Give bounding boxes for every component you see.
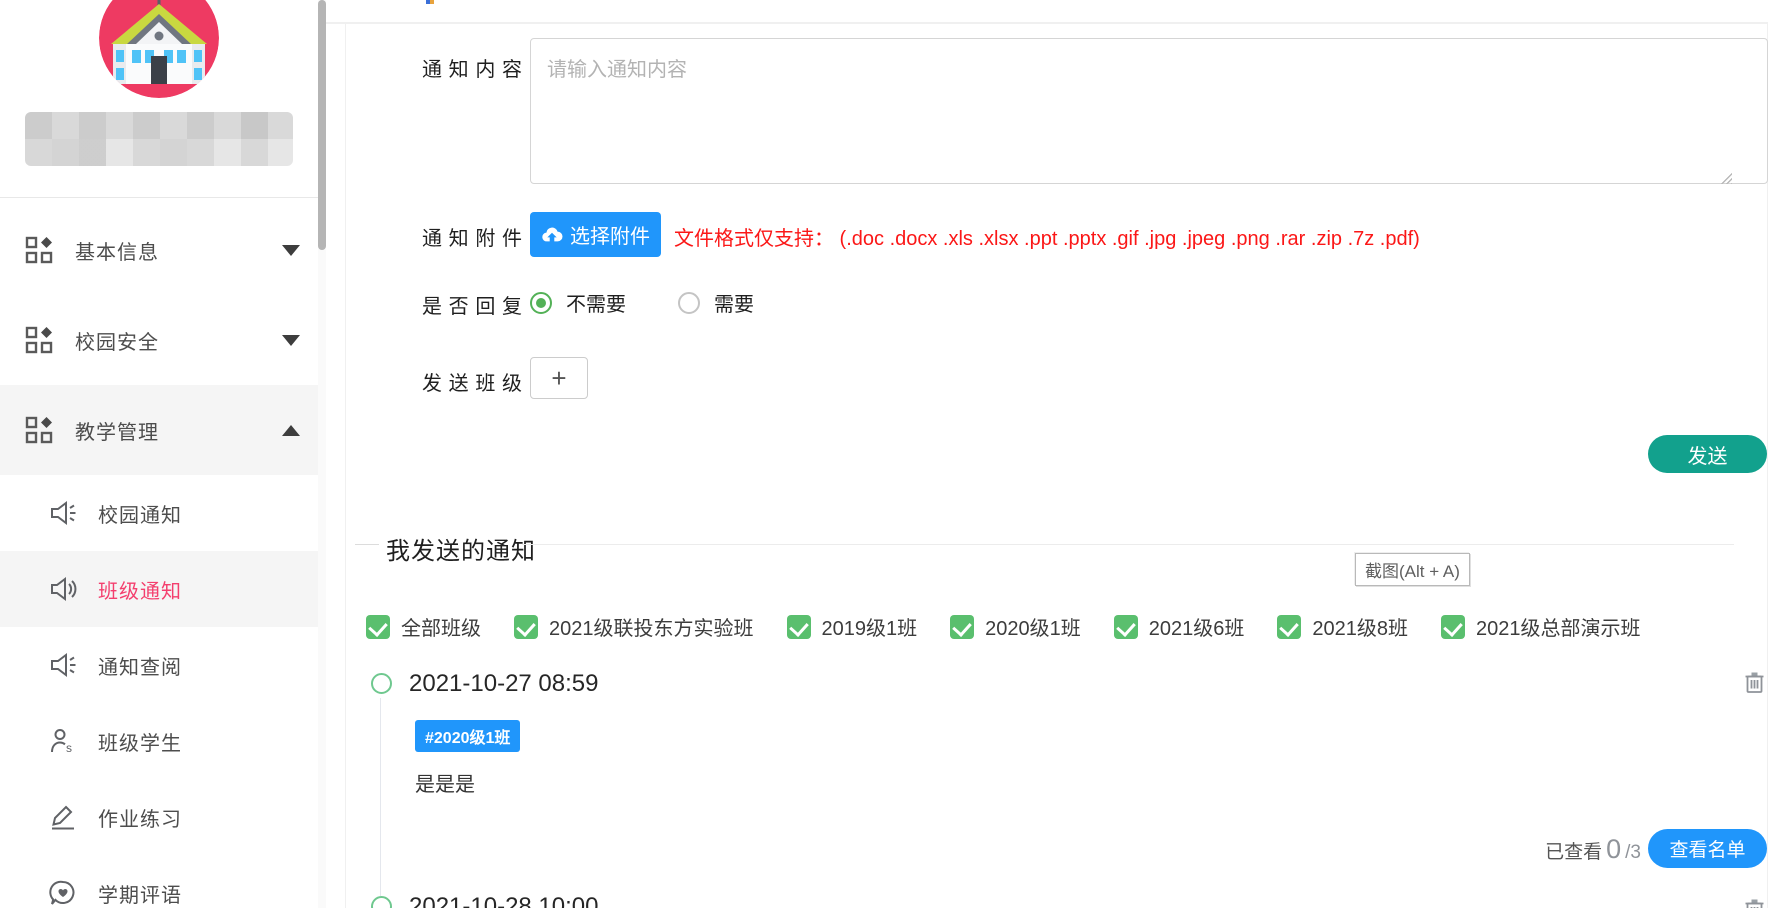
speaker-icon <box>48 574 78 604</box>
sidebar-item-campus-notice[interactable]: 校园通知 <box>0 475 318 551</box>
checkbox-checked-icon[interactable] <box>366 615 390 639</box>
sidebar-item-label: 班级通知 <box>98 575 182 604</box>
reply-label: 是否回复 <box>422 290 522 319</box>
sidebar-item-label: 校园安全 <box>75 326 159 355</box>
add-class-button[interactable]: + <box>530 357 588 399</box>
cloud-upload-icon <box>541 224 563 246</box>
sidebar-divider <box>0 197 318 198</box>
trash-icon <box>1742 897 1767 908</box>
send-button[interactable]: 发送 <box>1648 435 1767 473</box>
filter-class[interactable]: 2021级8班 <box>1277 612 1408 641</box>
sidebar-item-teaching-management[interactable]: 教学管理 <box>0 385 318 475</box>
user-name-redacted <box>25 112 293 166</box>
notice-attachment-label: 通知附件 <box>422 222 522 251</box>
sidebar-item-label: 作业练习 <box>98 803 182 832</box>
main-content: 通知内容 通知附件 选择附件 文件格式仅支持： (.doc .docx .xls… <box>326 0 1783 908</box>
timeline-line <box>380 698 381 896</box>
select-attachment-button[interactable]: 选择附件 <box>530 212 661 257</box>
radio-label[interactable]: 不需要 <box>566 288 626 317</box>
radio-label[interactable]: 需要 <box>714 288 754 317</box>
sent-section-title: 我发送的通知 <box>386 531 536 566</box>
notice-content-input[interactable] <box>530 38 1768 184</box>
radio-no-reply[interactable] <box>530 292 552 314</box>
pencil-icon <box>48 802 78 832</box>
menu-grid-icon <box>24 325 54 355</box>
sidebar-item-label: 教学管理 <box>75 416 159 445</box>
checkbox-checked-icon[interactable] <box>1114 615 1138 639</box>
sidebar-item-label: 基本信息 <box>75 236 159 265</box>
filter-class[interactable]: 2021级总部演示班 <box>1441 612 1641 641</box>
timeline-dot <box>371 896 392 908</box>
cursor-speck <box>426 0 434 4</box>
sidebar-item-label: 校园通知 <box>98 499 182 528</box>
sidebar-item-class-notice[interactable]: 班级通知 <box>0 551 318 627</box>
sidebar-item-basic-info[interactable]: 基本信息 <box>0 205 318 295</box>
send-class-label: 发送班级 <box>422 367 522 396</box>
sidebar-item-campus-safety[interactable]: 校园安全 <box>0 295 318 385</box>
page: 基本信息 校园安全 教学管理 <box>0 0 1783 908</box>
sidebar: 基本信息 校园安全 教学管理 <box>0 0 318 908</box>
reply-options: 不需要 需要 <box>530 288 792 317</box>
notification-date: 2021-10-28 10:00 <box>409 893 599 908</box>
chevron-down-icon <box>282 245 300 256</box>
sidebar-item-label: 班级学生 <box>98 727 182 756</box>
checkbox-checked-icon[interactable] <box>1277 615 1301 639</box>
sidebar-item-semester-comments[interactable]: 学期评语 <box>0 855 318 908</box>
menu-grid-icon <box>24 415 54 445</box>
filter-class[interactable]: 2021级联投东方实验班 <box>514 612 754 641</box>
megaphone-icon <box>48 650 78 680</box>
class-filters: 全部班级 2021级联投东方实验班 2019级1班 2020级1班 2021级6… <box>366 612 1641 641</box>
filter-class[interactable]: 2021级6班 <box>1114 612 1245 641</box>
chevron-up-icon <box>282 425 300 436</box>
card-top-border <box>326 22 1768 24</box>
screenshot-tooltip: 截图(Alt + A) <box>1355 553 1470 586</box>
checkbox-checked-icon[interactable] <box>950 615 974 639</box>
section-divider-left <box>355 544 379 545</box>
notice-content-label: 通知内容 <box>422 53 522 82</box>
school-logo <box>99 0 219 98</box>
sidebar-item-homework[interactable]: 作业练习 <box>0 779 318 855</box>
delete-notification-button[interactable] <box>1742 897 1767 908</box>
attachment-format-hint: 文件格式仅支持： (.doc .docx .xls .xlsx .ppt .pp… <box>674 222 1420 251</box>
school-building-icon <box>99 0 219 98</box>
sidebar-item-label: 通知查阅 <box>98 651 182 680</box>
notification-content: 是是是 <box>415 768 475 797</box>
filter-class[interactable]: 2019级1班 <box>787 612 918 641</box>
checkbox-checked-icon[interactable] <box>514 615 538 639</box>
card-left-border <box>345 24 346 908</box>
menu-grid-icon <box>24 235 54 265</box>
notification-date: 2021-10-27 08:59 <box>409 670 599 698</box>
trash-icon <box>1742 670 1767 695</box>
sidebar-item-notice-review[interactable]: 通知查阅 <box>0 627 318 703</box>
student-icon: s <box>48 726 78 756</box>
delete-notification-button[interactable] <box>1742 670 1767 700</box>
timeline-dot <box>371 673 392 694</box>
sidebar-item-class-students[interactable]: s 班级学生 <box>0 703 318 779</box>
notification-class-tag: #2020级1班 <box>415 720 520 752</box>
filter-class[interactable]: 2020级1班 <box>950 612 1081 641</box>
chevron-down-icon <box>282 335 300 346</box>
megaphone-icon <box>48 498 78 528</box>
viewed-status: 已查看 0 /3 <box>1426 834 1641 865</box>
checkbox-checked-icon[interactable] <box>787 615 811 639</box>
filter-all-classes[interactable]: 全部班级 <box>366 612 481 641</box>
sidebar-item-label: 学期评语 <box>98 879 182 908</box>
comment-heart-icon <box>48 878 78 908</box>
view-list-button[interactable]: 查看名单 <box>1648 829 1767 868</box>
scrollbar-thumb[interactable] <box>318 0 326 250</box>
radio-need-reply[interactable] <box>678 292 700 314</box>
svg-text:s: s <box>66 741 72 755</box>
section-divider-right <box>522 544 1734 545</box>
checkbox-checked-icon[interactable] <box>1441 615 1465 639</box>
